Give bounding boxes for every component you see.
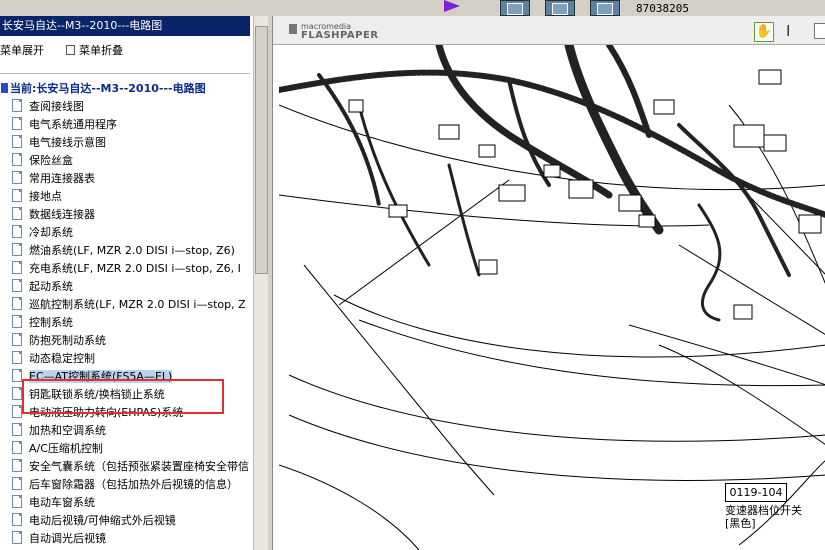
tree-item-label: 数据线连接器 (29, 208, 95, 221)
tree-item[interactable]: 起动系统 (12, 278, 73, 296)
document-icon (12, 333, 22, 346)
tree-item[interactable]: 电气接线示意图 (12, 134, 106, 152)
window-icon (552, 3, 568, 15)
vertical-scrollbar[interactable] (253, 16, 268, 550)
connector-callout-code: 0119-104 (725, 483, 787, 502)
tree-item-label: 电动车窗系统 (29, 496, 95, 509)
tree-item[interactable]: 自动调光后视镜 (12, 530, 106, 548)
tree-item[interactable]: 数据线连接器 (12, 206, 95, 224)
tree-item[interactable]: 燃油系统(LF, MZR 2.0 DISI i—stop, Z6) (12, 242, 235, 260)
document-number: 87038205 (636, 2, 689, 15)
tree-item-label: 控制系统 (29, 316, 73, 329)
tree-item-label: 起动系统 (29, 280, 73, 293)
tree-item-label: 燃油系统(LF, MZR 2.0 DISI i—stop, Z6) (29, 244, 235, 257)
document-icon (12, 387, 22, 400)
window-icon (597, 3, 613, 15)
tree-item-label: 保险丝盒 (29, 154, 73, 167)
document-icon (12, 369, 22, 382)
tree-item[interactable]: 电气系统通用程序 (12, 116, 117, 134)
window-icon (507, 3, 523, 15)
tree-item-label: 冷却系统 (29, 226, 73, 239)
viewer-toolbar: macromedia FLASHPAPER ✋ I (273, 16, 825, 45)
document-icon (12, 279, 22, 292)
tree-item[interactable]: 接地点 (12, 188, 62, 206)
tree-item[interactable]: 安全气囊系统（包括预张紧装置座椅安全带信 (12, 458, 249, 476)
document-icon (12, 243, 22, 256)
highlight-box (22, 379, 224, 414)
tree-item-label: 防抱死制动系统 (29, 334, 106, 347)
tree-item[interactable]: A/C压缩机控制 (12, 440, 103, 458)
document-icon (12, 207, 22, 220)
wiring-diagram (279, 45, 825, 550)
tree-item-label: 巡航控制系统(LF, MZR 2.0 DISI i—stop, Z (29, 298, 246, 311)
document-icon (12, 117, 22, 130)
play-arrow-icon[interactable] (444, 0, 460, 12)
tree-item[interactable]: 查阅接线图 (12, 98, 84, 116)
tree-item-label: 充电系统(LF, MZR 2.0 DISI i—stop, Z6, I (29, 262, 241, 275)
tree-item-label: 动态稳定控制 (29, 352, 95, 365)
tree-item[interactable]: 巡航控制系统(LF, MZR 2.0 DISI i—stop, Z (12, 296, 246, 314)
document-icon (12, 513, 22, 526)
tree-item[interactable]: 冷却系统 (12, 224, 73, 242)
document-icon (12, 135, 22, 148)
document-viewer: macromedia FLASHPAPER ✋ I 0119-104 变速器档位… (272, 16, 825, 550)
tree-item[interactable]: 保险丝盒 (12, 152, 73, 170)
logo-mark-icon (289, 24, 297, 34)
top-strip: 87038205 (0, 0, 825, 16)
tree-item[interactable]: 加热和空调系统 (12, 422, 106, 440)
collapse-menu-button[interactable]: 菜单折叠 (66, 42, 123, 58)
connector-color: [黑色] (725, 517, 756, 530)
tree-item-label: 自动调光后视镜 (29, 532, 106, 545)
document-icon (12, 99, 22, 112)
document-icon (12, 351, 22, 364)
tree-item-label: 电气接线示意图 (29, 136, 106, 149)
document-icon (12, 441, 22, 454)
document-icon (12, 189, 22, 202)
tree-item[interactable]: 电动车窗系统 (12, 494, 95, 512)
document-icon (12, 459, 22, 472)
hand-tool-icon[interactable]: ✋ (754, 22, 774, 42)
document-icon (12, 495, 22, 508)
document-icon (12, 297, 22, 310)
tree-item-label: 接地点 (29, 190, 62, 203)
zoom-box-button[interactable] (814, 23, 825, 39)
nav-button-1[interactable] (500, 0, 530, 16)
navigation-panel: 长安马自达--M3--2010---电路图 菜单展开 菜单折叠 当前:长安马自达… (0, 16, 259, 550)
tree-root[interactable]: 当前:长安马自达--M3--2010---电路图 (0, 80, 206, 98)
collapse-icon (66, 45, 75, 55)
panel-title: 长安马自达--M3--2010---电路图 (0, 16, 250, 36)
document-icon (12, 531, 22, 544)
tree-item[interactable]: 充电系统(LF, MZR 2.0 DISI i—stop, Z6, I (12, 260, 241, 278)
tree-item-label: A/C压缩机控制 (29, 442, 103, 455)
tree-item-label: 后车窗除霜器（包括加热外后视镜的信息） (29, 478, 238, 491)
tree-item-label: 电气系统通用程序 (29, 118, 117, 131)
divider (0, 73, 250, 74)
document-icon (12, 315, 22, 328)
tree-item-label: 安全气囊系统（包括预张紧装置座椅安全带信 (29, 460, 249, 473)
tree-item[interactable]: 动态稳定控制 (12, 350, 95, 368)
tree-item[interactable]: 防抱死制动系统 (12, 332, 106, 350)
tree-item[interactable]: 常用连接器表 (12, 170, 95, 188)
tree-item-label: 加热和空调系统 (29, 424, 106, 437)
tree-item-label: 电动后视镜/可伸缩式外后视镜 (29, 514, 176, 527)
document-icon (12, 477, 22, 490)
text-select-icon[interactable]: I (786, 22, 790, 40)
document-icon (12, 405, 22, 418)
document-icon (12, 261, 22, 274)
expand-menu-button[interactable]: 菜单展开 (0, 42, 44, 58)
tree-item[interactable]: 后车窗除霜器（包括加热外后视镜的信息） (12, 476, 238, 494)
document-icon (12, 153, 22, 166)
nav-button-2[interactable] (545, 0, 575, 16)
document-icon (12, 225, 22, 238)
document-icon (12, 423, 22, 436)
document-icon (12, 171, 22, 184)
scrollbar-thumb[interactable] (255, 26, 268, 274)
tree-item-label: 查阅接线图 (29, 100, 84, 113)
flashpaper-logo: macromedia FLASHPAPER (289, 22, 379, 41)
tree-item[interactable]: 控制系统 (12, 314, 73, 332)
nav-button-3[interactable] (590, 0, 620, 16)
tree-item-label: 常用连接器表 (29, 172, 95, 185)
book-icon (1, 83, 8, 93)
tree-item[interactable]: 电动后视镜/可伸缩式外后视镜 (12, 512, 176, 530)
